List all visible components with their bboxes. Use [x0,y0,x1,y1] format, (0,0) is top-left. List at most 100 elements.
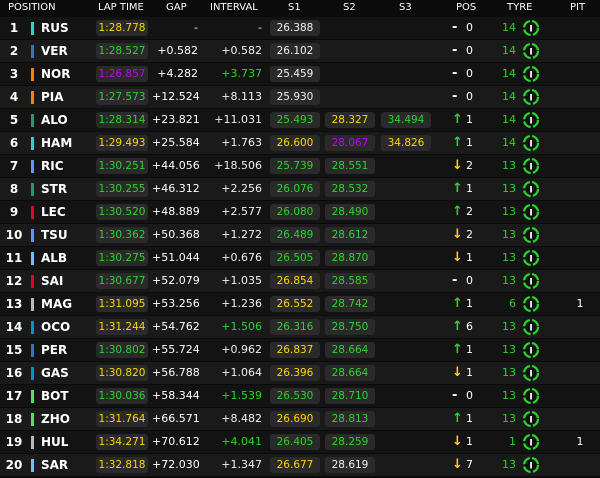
gap-value: - [194,21,198,34]
header-s3: S3 [399,2,412,13]
gap-value: +48.889 [152,205,200,218]
table-row[interactable]: 16 GAS 1:30.820 +56.788 +1.064 26.396 28.664 ↓ 1… [0,362,600,384]
arrow-down-icon: ↓ [452,158,463,173]
lap-time: 1:30.520 [96,204,148,220]
sector-1-time: 25.930 [270,89,320,105]
table-row[interactable]: 20 SAR 1:32.818 +72.030 +1.347 26.677 28.619 ↓ 7… [0,454,600,476]
tyre-age: 13 [502,389,516,402]
table-row[interactable]: 13 MAG 1:31.095 +53.256 +1.236 26.552 28.742 ↑ 1… [0,293,600,315]
position-change: 1 [466,412,473,425]
tyre-age: 13 [502,228,516,241]
gap-value: +56.788 [152,366,200,379]
team-color-bar [31,91,34,104]
tyre-compound-icon: I [522,433,540,451]
position-number: 17 [5,389,23,403]
sector-1-time: 26.854 [270,273,320,289]
sector-2-time: 28.612 [325,227,375,243]
tyre-compound-icon: I [522,341,540,359]
position-number: 10 [5,228,23,242]
position-change: 0 [466,21,473,34]
no-change-icon: - [452,66,458,81]
table-row[interactable]: 17 BOT 1:30.036 +58.344 +1.539 26.530 28.710 -0… [0,385,600,407]
tyre-age: 13 [502,251,516,264]
table-row[interactable]: 2 VER 1:28.527 +0.582 +0.582 26.102 -0 14 I [0,40,600,62]
no-change-icon: - [452,89,458,104]
table-row[interactable]: 3 NOR 1:26.857 +4.282 +3.737 25.459 -0 14 I [0,63,600,85]
table-row[interactable]: 18 ZHO 1:31.764 +66.571 +8.482 26.690 28.813 ↑ 1… [0,408,600,430]
tyre-compound-letter: I [529,163,532,173]
lap-time: 1:30.255 [96,181,148,197]
team-color-bar [31,137,34,150]
tyre-compound-letter: I [529,94,532,104]
table-row[interactable]: 19 HUL 1:34.271 +70.612 +4.041 26.405 28.259 ↓ 1… [0,431,600,453]
tyre-compound-letter: I [529,25,532,35]
lap-time: 1:30.036 [96,388,148,404]
sector-2-time: 28.067 [325,135,375,151]
interval-value: +4.041 [221,435,262,448]
driver-code: BOT [41,389,69,403]
lap-time: 1:31.764 [96,411,148,427]
driver-code: NOR [41,67,71,81]
position-number: 15 [5,343,23,357]
lap-time: 1:30.275 [96,250,148,266]
sector-1-time: 26.530 [270,388,320,404]
lap-time: 1:28.314 [96,112,148,128]
gap-value: +0.582 [157,44,198,57]
tyre-compound-icon: I [522,203,540,221]
sector-2-time: 28.710 [325,388,375,404]
position-change: 0 [466,389,473,402]
position-number: 7 [9,159,19,173]
tyre-compound-letter: I [529,255,532,265]
arrow-down-icon: ↓ [452,434,463,449]
tyre-compound-letter: I [529,278,532,288]
position-number: 3 [9,67,19,81]
table-row[interactable]: 1 RUS 1:28.778- -26.388-0 14 I [0,17,600,39]
position-number: 12 [5,274,23,288]
team-color-bar [31,45,34,58]
lap-time: 1:26.857 [96,66,148,82]
table-row[interactable]: 8 STR 1:30.255 +46.312 +2.256 26.076 28.532 ↑ 1 1… [0,178,600,200]
header-gap: GAP [166,2,187,13]
header-lap-time: LAP TIME [98,2,144,13]
table-row[interactable]: 10 TSU 1:30.362 +50.368 +1.272 26.489 28.612 ↓ 2… [0,224,600,246]
position-change: 0 [466,274,473,287]
gap-value: +44.056 [152,159,200,172]
driver-code: PIA [41,90,64,104]
interval-value: +1.035 [221,274,262,287]
tyre-compound-icon: I [522,65,540,83]
gap-value: +4.282 [157,67,198,80]
driver-code: SAR [41,458,69,472]
lap-time: 1:32.818 [96,457,148,473]
sector-1-time: 26.396 [270,365,320,381]
interval-value: +0.582 [221,44,262,57]
header-pos: POS [456,2,477,13]
arrow-up-icon: ↑ [452,181,463,196]
interval-value: - [258,21,262,34]
sector-2-time: 28.813 [325,411,375,427]
lap-time: 1:27.573 [96,89,148,105]
interval-value: +3.737 [221,67,262,80]
arrow-up-icon: ↑ [452,135,463,150]
gap-value: +51.044 [152,251,200,264]
tyre-compound-letter: I [529,232,532,242]
lap-time: 1:28.527 [96,43,148,59]
lap-time: 1:31.244 [96,319,148,335]
table-row[interactable]: 9 LEC 1:30.520 +48.889 +2.577 26.080 28.490 ↑ 2 1… [0,201,600,223]
tyre-compound-icon: I [522,318,540,336]
table-row[interactable]: 11 ALB 1:30.275 +51.044 +0.676 26.505 28.870 ↓ 1… [0,247,600,269]
tyre-age: 13 [502,320,516,333]
arrow-up-icon: ↑ [452,296,463,311]
driver-code: HUL [41,435,69,449]
table-row[interactable]: 12 SAI 1:30.677 +52.079 +1.035 26.854 28.585 -0… [0,270,600,292]
interval-value: +18.506 [214,159,262,172]
table-row[interactable]: 14 OCO 1:31.244 +54.762 +1.506 26.316 28.750 ↑ 6… [0,316,600,338]
tyre-compound-icon: I [522,157,540,175]
table-row[interactable]: 15 PER 1:30.802 +55.724 +0.962 26.837 28.664 ↑ 1… [0,339,600,361]
table-row[interactable]: 5 ALO 1:28.314 +23.821 +11.031 25.493 28.327 34… [0,109,600,131]
sector-2-time: 28.750 [325,319,375,335]
tyre-compound-icon: I [522,272,540,290]
interval-value: +8.482 [221,412,262,425]
table-row[interactable]: 7 RIC 1:30.251 +44.056 +18.506 25.739 28.551 ↓ 2… [0,155,600,177]
table-row[interactable]: 4 PIA 1:27.573 +12.524 +8.113 25.930 -0 14 I [0,86,600,108]
table-row[interactable]: 6 HAM 1:29.493 +25.584 +1.763 26.600 28.067 34.… [0,132,600,154]
